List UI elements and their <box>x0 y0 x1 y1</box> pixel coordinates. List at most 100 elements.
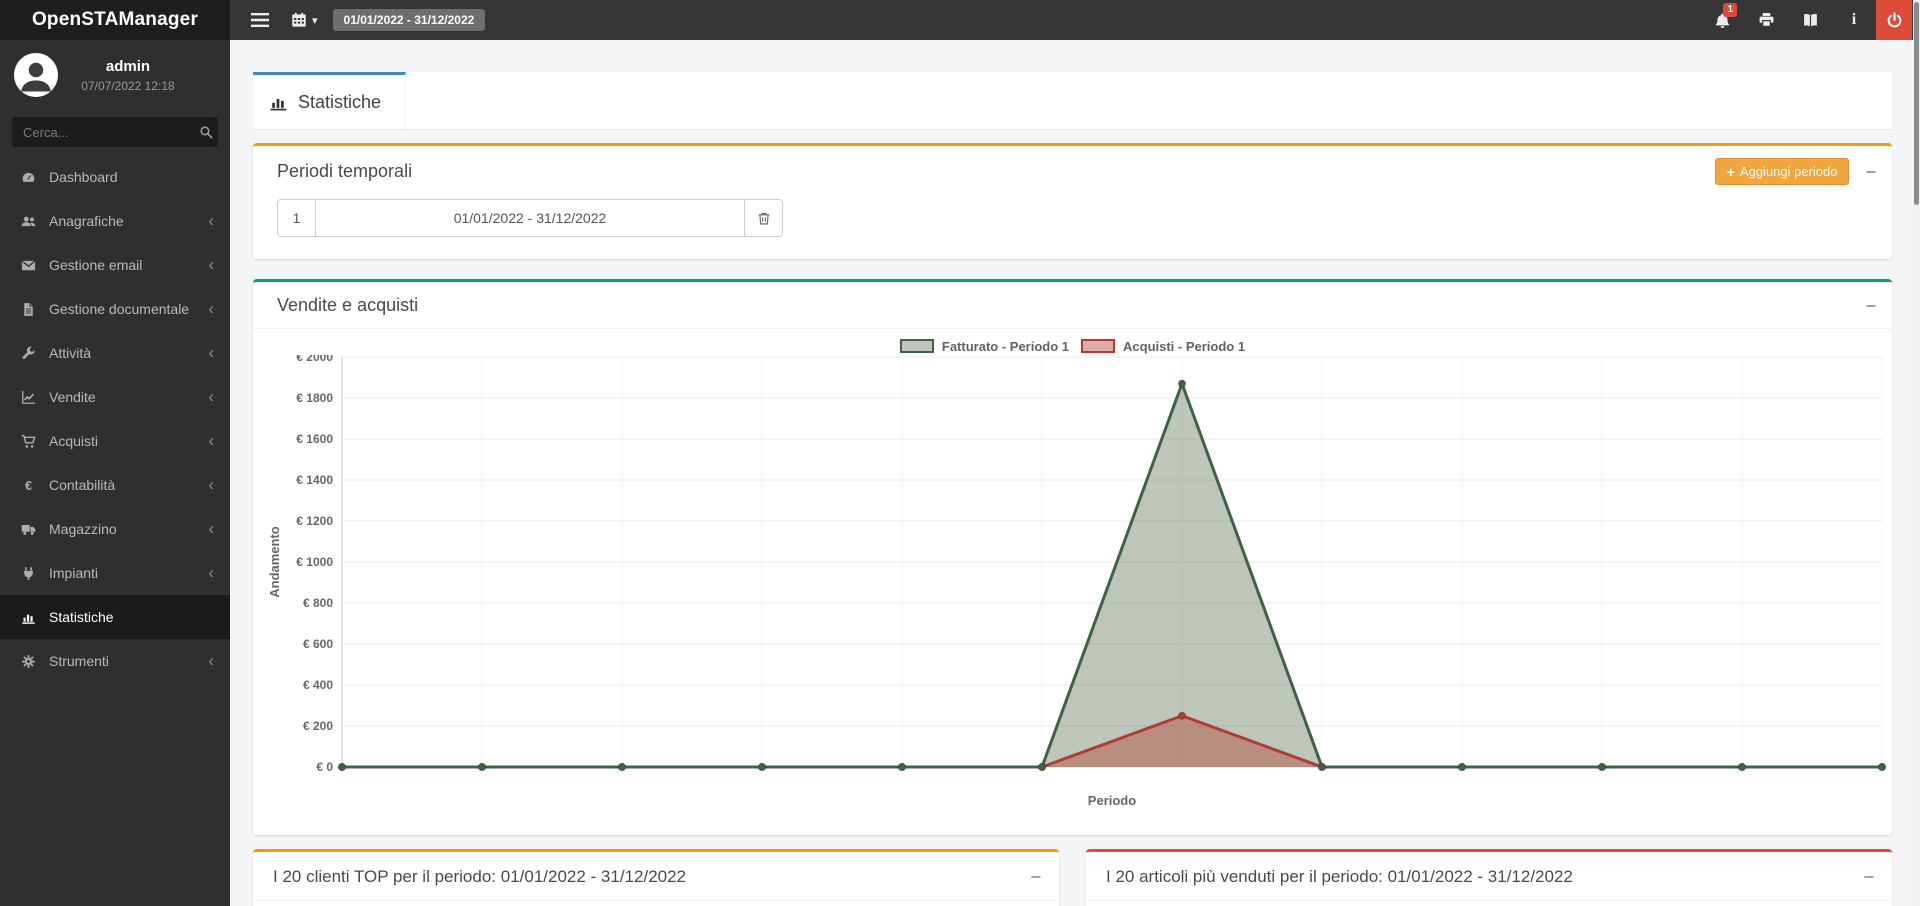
sidebar-item-gestione-email[interactable]: Gestione email‹ <box>0 243 230 287</box>
svg-text:€ 200: € 200 <box>303 719 333 733</box>
logout-button[interactable] <box>1876 0 1912 40</box>
top-articles-title: I 20 articoli più venduti per il periodo… <box>1106 867 1573 887</box>
sidebar-item-label: Attività <box>49 345 208 361</box>
cart-icon <box>20 434 37 449</box>
sidebar-item-dashboard[interactable]: Dashboard <box>0 155 230 199</box>
app-logo: OpenSTAManager <box>0 0 230 40</box>
legend-item-fatturato-periodo-1[interactable]: Fatturato - Periodo 1 <box>900 339 1069 354</box>
period-date-badge[interactable]: 01/01/2022 - 31/12/2022 <box>333 9 486 31</box>
period-row: 1 <box>277 199 783 237</box>
svg-text:€ 1200: € 1200 <box>296 514 333 528</box>
info-icon: i <box>1852 11 1856 29</box>
calendar-icon <box>291 12 307 28</box>
sidebar: admin 07/07/2022 12:18 Dashboard Anagrafi… <box>0 40 230 906</box>
sidebar-item-attivit[interactable]: Attività‹ <box>0 331 230 375</box>
legend-swatch <box>900 339 934 353</box>
tabs-row: Statistiche <box>253 72 1892 130</box>
sidebar-search <box>12 117 218 147</box>
add-period-button[interactable]: + Aggiungi periodo <box>1715 158 1850 185</box>
user-datetime: 07/07/2022 12:18 <box>58 79 198 93</box>
top-navbar: OpenSTAManager ▾ 01/01/2022 - 31/12/2022… <box>0 0 1920 40</box>
gear-icon <box>20 654 37 669</box>
svg-text:€ 1600: € 1600 <box>296 432 333 446</box>
sidebar-item-strumenti[interactable]: Strumenti‹ <box>0 639 230 683</box>
svg-text:Periodo: Periodo <box>1088 793 1136 808</box>
book-icon <box>1802 12 1819 29</box>
user-icon <box>16 55 56 95</box>
sidebar-item-label: Gestione email <box>49 257 208 273</box>
periods-card-header: Periodi temporali + Aggiungi periodo − <box>253 146 1892 195</box>
top-articles-card: I 20 articoli più venduti per il periodo… <box>1086 849 1892 906</box>
tab-label: Statistiche <box>298 92 381 113</box>
scrollbar-thumb[interactable] <box>1914 2 1919 205</box>
delete-period-button[interactable] <box>745 199 783 237</box>
svg-text:Andamento: Andamento <box>267 526 282 598</box>
truck-icon <box>20 522 37 537</box>
sidebar-item-magazzino[interactable]: Magazzino‹ <box>0 507 230 551</box>
notifications-button[interactable]: 1 <box>1700 0 1744 40</box>
bar-chart-icon <box>269 93 288 112</box>
collapse-icon[interactable]: − <box>1865 163 1876 181</box>
sidebar-item-vendite[interactable]: Vendite‹ <box>0 375 230 419</box>
chart-canvas: € 0€ 200€ 400€ 600€ 800€ 1000€ 1200€ 140… <box>253 355 1892 829</box>
legend-label: Acquisti - Periodo 1 <box>1123 339 1245 354</box>
svg-text:€ 1800: € 1800 <box>296 391 333 405</box>
plus-icon: + <box>1727 165 1735 179</box>
sidebar-item-label: Dashboard <box>49 169 214 185</box>
tab-statistiche[interactable]: Statistiche <box>253 72 406 129</box>
legend-swatch <box>1081 339 1115 353</box>
collapse-icon[interactable]: − <box>1030 868 1041 886</box>
chart-legend: Fatturato - Periodo 1 Acquisti - Periodo … <box>253 337 1892 355</box>
notification-count-badge: 1 <box>1723 3 1737 17</box>
search-icon[interactable] <box>199 125 213 139</box>
print-button[interactable] <box>1744 0 1788 40</box>
printer-icon <box>1758 12 1775 28</box>
user-panel: admin 07/07/2022 12:18 <box>0 40 230 107</box>
sidebar-item-gestione-documentale[interactable]: Gestione documentale‹ <box>0 287 230 331</box>
top-articles-header: I 20 articoli più venduti per il periodo… <box>1086 852 1892 901</box>
periods-card-body: 1 <box>253 195 1892 259</box>
svg-text:€ 1400: € 1400 <box>296 473 333 487</box>
collapse-icon[interactable]: − <box>1865 297 1876 315</box>
search-input[interactable] <box>23 125 199 140</box>
sidebar-item-label: Anagrafiche <box>49 213 208 229</box>
sales-purchases-card: Vendite e acquisti − Fatturato - Periodo… <box>253 279 1892 835</box>
period-index: 1 <box>277 199 315 237</box>
periods-card-title: Periodi temporali <box>277 161 412 182</box>
tachometer-icon <box>20 170 37 185</box>
sidebar-item-statistiche[interactable]: Statistiche <box>0 595 230 639</box>
sidebar-item-impianti[interactable]: Impianti‹ <box>0 551 230 595</box>
sidebar-item-anagrafiche[interactable]: Anagrafiche‹ <box>0 199 230 243</box>
sidebar-item-contabilit[interactable]: €Contabilità‹ <box>0 463 230 507</box>
top-clients-card: I 20 clienti TOP per il periodo: 01/01/2… <box>253 849 1059 906</box>
sidebar-item-label: Magazzino <box>49 521 208 537</box>
caret-down-icon: ▾ <box>312 14 318 27</box>
sidebar-item-label: Gestione documentale <box>49 301 208 317</box>
collapse-icon[interactable]: − <box>1863 868 1874 886</box>
sidebar-item-label: Statistiche <box>49 609 214 625</box>
top-clients-title: I 20 clienti TOP per il periodo: 01/01/2… <box>273 867 686 887</box>
document-icon <box>20 302 37 317</box>
sales-purchases-title: Vendite e acquisti <box>277 295 418 316</box>
periods-card: Periodi temporali + Aggiungi periodo − 1 <box>253 143 1892 259</box>
plug-icon <box>20 566 37 581</box>
sales-purchases-header: Vendite e acquisti − <box>253 282 1892 329</box>
calendar-dropdown-button[interactable]: ▾ <box>282 0 327 40</box>
svg-text:€ 1000: € 1000 <box>296 555 333 569</box>
top-clients-header: I 20 clienti TOP per il periodo: 01/01/2… <box>253 852 1059 901</box>
svg-text:€ 2000: € 2000 <box>296 355 333 364</box>
docs-button[interactable] <box>1788 0 1832 40</box>
avatar[interactable] <box>14 53 58 97</box>
hamburger-icon <box>251 13 269 27</box>
period-range-input[interactable] <box>315 199 745 237</box>
legend-item-acquisti-periodo-1[interactable]: Acquisti - Periodo 1 <box>1081 339 1245 354</box>
sales-purchases-chart: Fatturato - Periodo 1 Acquisti - Periodo … <box>253 329 1892 835</box>
legend-label: Fatturato - Periodo 1 <box>942 339 1069 354</box>
scrollbar[interactable] <box>1913 0 1920 906</box>
sidebar-toggle-button[interactable] <box>238 0 282 40</box>
info-button[interactable]: i <box>1832 0 1876 40</box>
sidebar-item-acquisti[interactable]: Acquisti‹ <box>0 419 230 463</box>
svg-text:€: € <box>25 478 32 492</box>
bar-chart-icon <box>20 610 37 625</box>
sidebar-item-label: Impianti <box>49 565 208 581</box>
